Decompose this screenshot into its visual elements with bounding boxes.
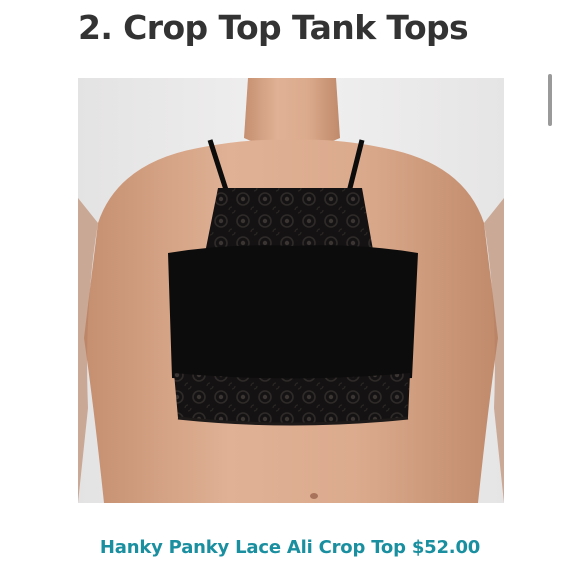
product-photo[interactable]: [78, 78, 504, 503]
scrollbar-track[interactable]: [545, 70, 555, 570]
scrollbar-thumb[interactable]: [548, 74, 552, 126]
product-photo-illustration: [78, 78, 504, 503]
lace-band: [174, 373, 410, 424]
article-page: 2. Crop Top Tank Tops Hanky Panky Lace A…: [0, 0, 580, 580]
crop-top-body: [168, 245, 418, 383]
navel: [310, 493, 318, 499]
section-heading: 2. Crop Top Tank Tops: [78, 8, 469, 47]
product-link[interactable]: Hanky Panky Lace Ali Crop Top $52.00: [0, 532, 580, 564]
neck: [244, 78, 340, 149]
